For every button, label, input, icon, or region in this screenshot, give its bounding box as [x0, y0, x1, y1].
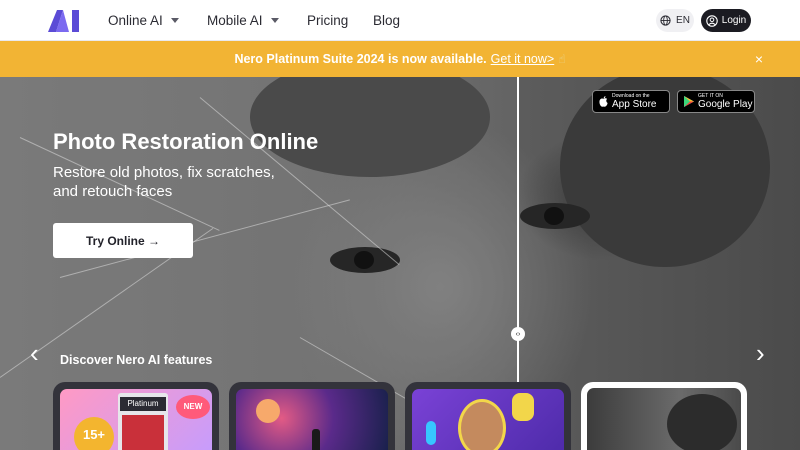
feature-card-space-art[interactable] — [229, 382, 395, 450]
promo-banner: Nero Platinum Suite 2024 is now availabl… — [0, 41, 800, 77]
globe-icon — [660, 15, 671, 26]
app-store-button[interactable]: Download on the App Store — [592, 90, 670, 113]
nav-blog[interactable]: Blog — [373, 0, 400, 41]
google-play-icon — [684, 96, 694, 107]
apple-icon — [599, 96, 608, 107]
carousel-next-arrow[interactable]: › — [756, 340, 765, 366]
carousel-prev-arrow[interactable]: ‹ — [30, 340, 39, 366]
nav-blog-label: Blog — [373, 13, 401, 28]
chevron-down-icon — [270, 18, 279, 23]
astronaut-silhouette — [312, 429, 320, 450]
login-button[interactable]: Login — [701, 9, 751, 32]
hero-subtitle: Restore old photos, fix scratches, and r… — [53, 164, 275, 200]
google-play-label: Google Play — [698, 99, 753, 110]
promo-banner-link[interactable]: Get it now> — [491, 52, 555, 66]
feature-card-image — [587, 388, 741, 450]
chevron-down-icon — [170, 18, 179, 23]
platinum-box-cover — [122, 415, 164, 450]
feature-card-image — [236, 389, 388, 450]
nav-online-ai[interactable]: Online AI — [108, 0, 179, 41]
nav-online-ai-label: Online AI — [108, 13, 163, 28]
nav-pricing-label: Pricing — [307, 13, 349, 28]
platinum-box-title: Platinum — [120, 397, 166, 411]
nav-pricing[interactable]: Pricing — [307, 0, 348, 41]
feature-card-avatar[interactable] — [405, 382, 571, 450]
tools-count-badge: 15+ — [74, 417, 114, 450]
language-label: EN — [676, 15, 690, 26]
pointing-hand-icon: ☝ — [558, 52, 566, 66]
portrait-hair — [667, 394, 737, 450]
platinum-box-image: Platinum — [118, 393, 168, 450]
promo-banner-text: Nero Platinum Suite 2024 is now availabl… — [234, 52, 487, 66]
top-navigation-bar: Online AI Mobile AI Pricing Blog EN Logi… — [0, 0, 800, 41]
divider-drag-handle[interactable]: ‹› — [511, 327, 525, 341]
avatar-variant-thumb — [512, 393, 534, 421]
nav-mobile-ai-label: Mobile AI — [207, 13, 263, 28]
planet-graphic — [256, 399, 280, 423]
hero-title: Photo Restoration Online — [53, 129, 319, 154]
nero-ai-logo[interactable] — [48, 10, 80, 32]
portrait-eye-left — [330, 247, 400, 273]
tools-count: 15+ — [82, 427, 106, 442]
feature-card-image: 15+ Platinum NEW — [60, 389, 212, 450]
language-selector[interactable]: EN — [656, 9, 694, 32]
avatar-portrait — [458, 399, 506, 450]
google-play-button[interactable]: GET IT ON Google Play — [677, 90, 755, 113]
portrait-eye-right — [520, 203, 590, 229]
app-store-label: App Store — [612, 99, 657, 110]
try-online-button[interactable]: Try Online → — [53, 223, 193, 258]
feature-card-platinum[interactable]: 15+ Platinum NEW — [53, 382, 219, 450]
avatar-style-tag — [426, 421, 436, 445]
nav-mobile-ai[interactable]: Mobile AI — [207, 0, 279, 41]
features-heading: Discover Nero AI features — [60, 353, 213, 367]
feature-card-image — [412, 389, 564, 450]
login-label: Login — [721, 15, 747, 26]
new-badge: NEW — [176, 395, 210, 419]
user-icon — [706, 14, 718, 27]
close-banner-button[interactable]: × — [755, 52, 763, 66]
feature-card-photo-restoration[interactable] — [581, 382, 747, 450]
